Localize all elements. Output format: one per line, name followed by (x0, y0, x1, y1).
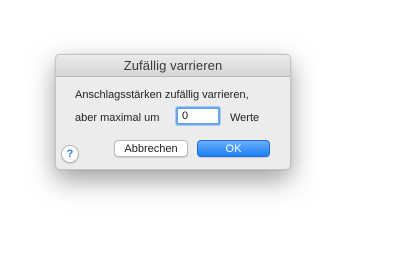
dialog-title: Zufällig varrieren (123, 58, 223, 73)
help-button[interactable]: ? (61, 145, 79, 163)
prompt-line-1: Anschlagsstärken zufällig varrieren, (75, 89, 249, 101)
max-amount-input[interactable] (176, 107, 220, 125)
cancel-button[interactable]: Abbrechen (114, 140, 188, 157)
screen-background: Zufällig varrieren Anschlagsstärken zufä… (0, 0, 396, 262)
ok-button-label: OK (225, 142, 242, 155)
ok-button[interactable]: OK (197, 140, 270, 157)
cancel-button-label: Abbrechen (124, 142, 178, 155)
prompt-line-2: aber maximal um (75, 112, 160, 124)
dialog-body: Anschlagsstärken zufällig varrieren, abe… (56, 77, 290, 169)
randomize-dialog: Zufällig varrieren Anschlagsstärken zufä… (55, 54, 291, 170)
unit-label: Werte (230, 112, 260, 124)
dialog-titlebar[interactable]: Zufällig varrieren (56, 55, 290, 77)
help-icon: ? (66, 148, 74, 160)
